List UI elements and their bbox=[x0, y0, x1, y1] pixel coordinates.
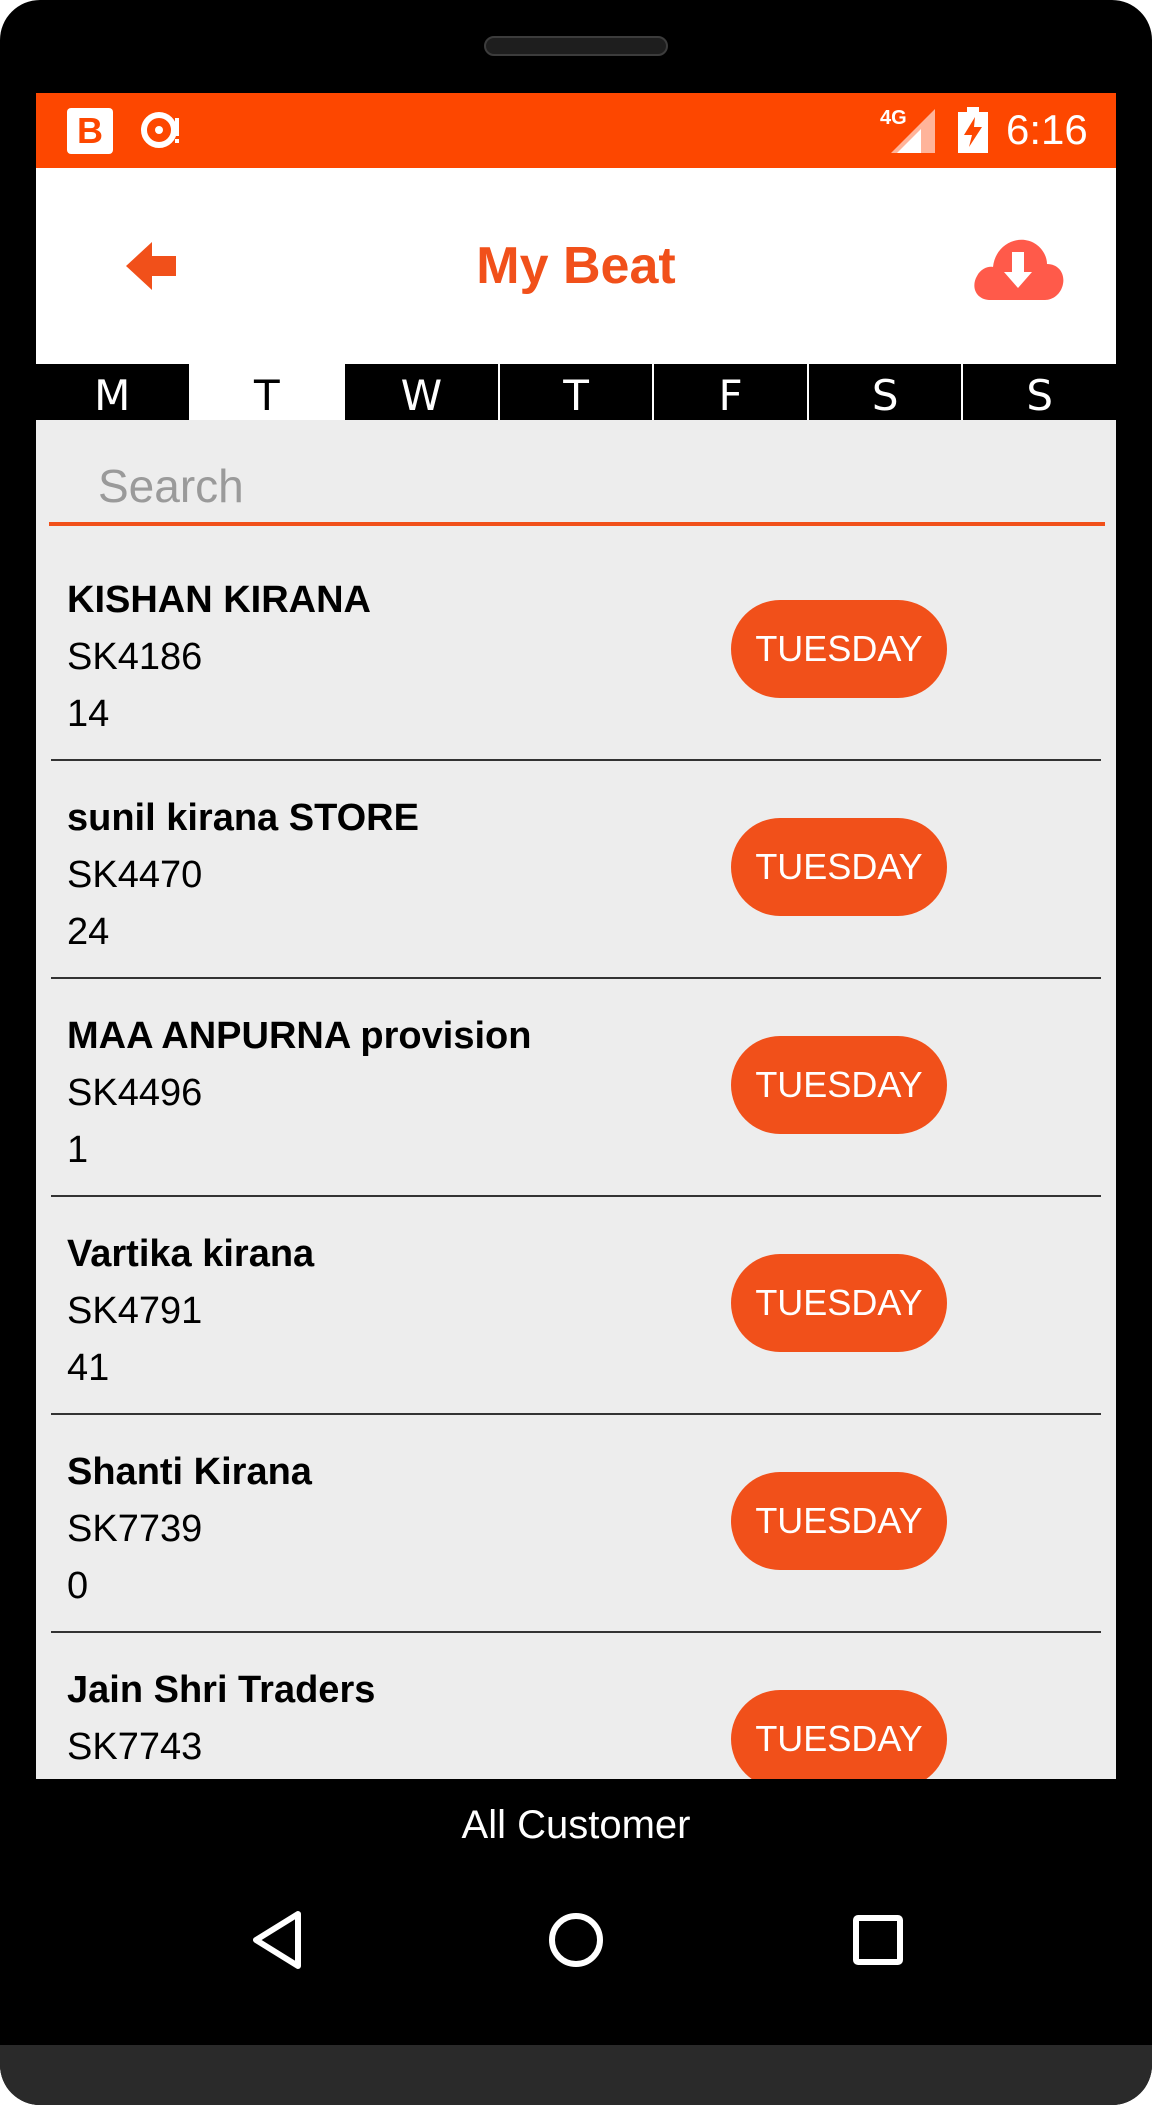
customer-code: SK4496 bbox=[67, 1072, 203, 1114]
customer-code: SK4791 bbox=[67, 1290, 203, 1332]
list-item[interactable]: KISHAN KIRANA SK4186 14 TUESDAY bbox=[36, 577, 1116, 795]
customer-name: KISHAN KIRANA bbox=[67, 579, 371, 621]
customer-code: SK7743 bbox=[67, 1726, 203, 1768]
list-item[interactable]: Shanti Kirana SK7739 0 TUESDAY bbox=[36, 1449, 1116, 1667]
nav-recents-icon[interactable] bbox=[850, 1910, 906, 1970]
tab-thursday[interactable]: T bbox=[497, 364, 653, 420]
arrow-left-icon[interactable] bbox=[126, 238, 186, 294]
nav-home-icon[interactable] bbox=[548, 1910, 604, 1970]
list-item[interactable]: sunil kirana STORE SK4470 24 TUESDAY bbox=[36, 795, 1116, 1013]
customer-name: sunil kirana STORE bbox=[67, 797, 419, 839]
blogger-app-icon: B bbox=[67, 108, 113, 154]
customer-count: 14 bbox=[67, 693, 110, 735]
visit-day-button[interactable]: TUESDAY bbox=[731, 1254, 947, 1352]
tab-sunday[interactable]: S bbox=[961, 364, 1116, 420]
visit-day-button[interactable]: TUESDAY bbox=[731, 818, 947, 916]
sync-icon bbox=[141, 112, 179, 148]
divider bbox=[51, 977, 1101, 979]
nav-back-icon[interactable] bbox=[250, 1910, 306, 1970]
visit-day-button[interactable]: TUESDAY bbox=[731, 1472, 947, 1570]
customer-name: Shanti Kirana bbox=[67, 1451, 312, 1493]
visit-day-button[interactable]: TUESDAY bbox=[731, 1036, 947, 1134]
status-bar: B 4G 6:16 bbox=[36, 93, 1116, 168]
weekday-tabs: M T W T F S S bbox=[36, 364, 1116, 420]
phone-frame: B 4G 6:16 My Beat M T W T F S S Search K… bbox=[0, 0, 1152, 2105]
battery-charging-icon bbox=[958, 107, 988, 153]
divider bbox=[51, 1631, 1101, 1633]
customer-count: 24 bbox=[67, 911, 110, 953]
device-bottom-bezel bbox=[0, 2045, 1152, 2105]
search-input[interactable] bbox=[49, 458, 1105, 526]
app-badge-letter: B bbox=[77, 110, 103, 151]
earpiece-speaker bbox=[484, 36, 668, 56]
customer-code: SK4470 bbox=[67, 854, 203, 896]
customer-name: Vartika kirana bbox=[67, 1233, 315, 1275]
customer-list[interactable]: KISHAN KIRANA SK4186 14 TUESDAY sunil ki… bbox=[36, 577, 1116, 1779]
customer-code: SK4186 bbox=[67, 636, 203, 678]
visit-day-button[interactable]: TUESDAY bbox=[731, 600, 947, 698]
tab-friday[interactable]: F bbox=[652, 364, 807, 420]
list-item[interactable]: Vartika kirana SK4791 41 TUESDAY bbox=[36, 1231, 1116, 1449]
cloud-download-icon[interactable] bbox=[971, 230, 1065, 304]
clock: 6:16 bbox=[1006, 106, 1088, 153]
customer-name: Jain Shri Traders bbox=[67, 1669, 376, 1711]
tab-tuesday[interactable]: T bbox=[188, 364, 344, 420]
customer-name: MAA ANPURNA provision bbox=[67, 1015, 532, 1057]
divider bbox=[51, 1413, 1101, 1415]
all-customer-button[interactable]: All Customer bbox=[0, 1800, 1152, 1850]
tab-saturday[interactable]: S bbox=[806, 364, 962, 420]
customer-count: 1 bbox=[67, 1129, 89, 1171]
divider bbox=[51, 759, 1101, 761]
divider bbox=[51, 1195, 1101, 1197]
customer-count: 0 bbox=[67, 1565, 89, 1607]
customer-count: 41 bbox=[67, 1347, 110, 1389]
customer-code: SK7739 bbox=[67, 1508, 203, 1550]
app-toolbar: My Beat bbox=[36, 168, 1116, 364]
page-title: My Beat bbox=[476, 237, 676, 295]
tab-monday[interactable]: M bbox=[36, 364, 189, 420]
app-screen: B 4G 6:16 My Beat M T W T F S S Search K… bbox=[36, 93, 1116, 1779]
visit-day-button[interactable]: TUESDAY bbox=[731, 1690, 947, 1779]
tab-wednesday[interactable]: W bbox=[343, 364, 498, 420]
signal-icon bbox=[891, 109, 935, 153]
system-navigation-bar bbox=[0, 1880, 1152, 2000]
list-item[interactable]: MAA ANPURNA provision SK4496 1 TUESDAY bbox=[36, 1013, 1116, 1231]
list-item[interactable]: Jain Shri Traders SK7743 TUESDAY bbox=[36, 1667, 1116, 1779]
